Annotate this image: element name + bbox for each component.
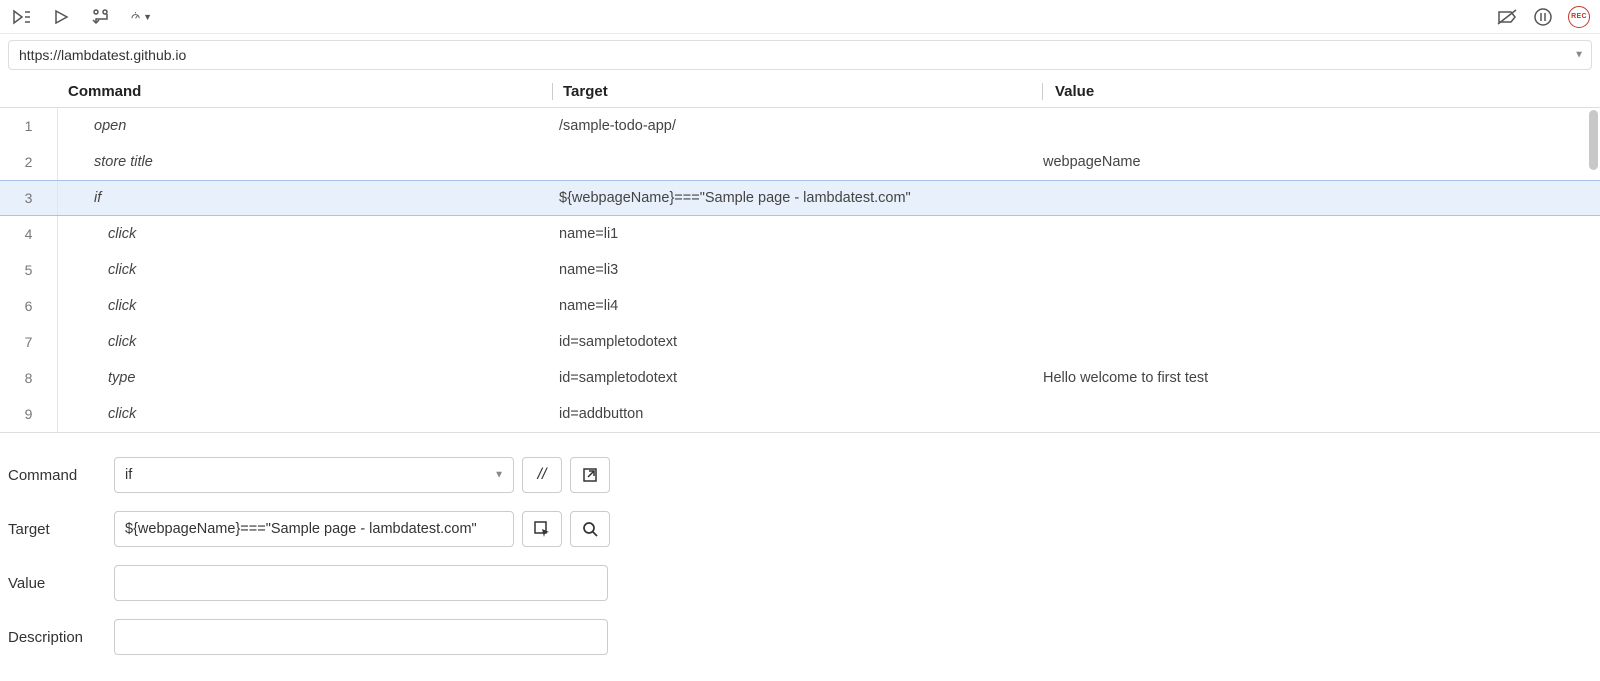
row-number: 7 (0, 324, 58, 360)
description-input[interactable] (114, 619, 608, 655)
editor-label-command: Command (8, 467, 114, 484)
cell-command: open (58, 118, 553, 134)
cell-value: Hello welcome to first test (1043, 370, 1600, 386)
toggle-command-button[interactable]: // (522, 457, 562, 493)
cell-command: click (58, 406, 553, 422)
disable-glyph: // (538, 466, 547, 484)
scrollbar-thumb[interactable] (1589, 110, 1598, 170)
cell-command: click (58, 262, 553, 278)
cell-command: store title (58, 154, 553, 170)
editor-label-target: Target (8, 521, 114, 538)
cell-command: click (58, 298, 553, 314)
row-number: 4 (0, 216, 58, 252)
target-input[interactable] (114, 511, 514, 547)
disable-breakpoints-icon[interactable] (1496, 6, 1518, 28)
row-number: 1 (0, 108, 58, 144)
header-value: Value (1043, 83, 1600, 100)
find-target-button[interactable] (570, 511, 610, 547)
editor-label-value: Value (8, 575, 114, 592)
table-row[interactable]: 5clickname=li3 (0, 252, 1600, 288)
cell-target: name=li1 (553, 226, 1043, 242)
cell-command: click (58, 226, 553, 242)
cell-target: /sample-todo-app/ (553, 118, 1043, 134)
base-url-input[interactable] (8, 40, 1592, 70)
cell-target: name=li4 (553, 298, 1043, 314)
speed-icon[interactable]: ▼ (130, 6, 152, 28)
table-row[interactable]: 2store title webpageName (0, 144, 1600, 180)
url-dropdown-icon[interactable]: ▼ (1574, 50, 1584, 61)
cell-target: id=addbutton (553, 406, 1043, 422)
cell-target: id=sampletodotext (553, 334, 1043, 350)
cell-target: id=sampletodotext (553, 370, 1043, 386)
record-icon[interactable]: REC (1568, 6, 1590, 28)
run-current-icon[interactable] (50, 6, 72, 28)
row-number: 2 (0, 144, 58, 180)
run-all-icon[interactable] (10, 6, 32, 28)
select-target-button[interactable] (522, 511, 562, 547)
row-number: 6 (0, 288, 58, 324)
cell-command: type (58, 370, 553, 386)
row-number: 5 (0, 252, 58, 288)
row-number: 9 (0, 396, 58, 432)
table-row[interactable]: 6clickname=li4 (0, 288, 1600, 324)
record-label: REC (1571, 13, 1587, 20)
cell-command: click (58, 334, 553, 350)
open-reference-button[interactable] (570, 457, 610, 493)
table-row[interactable]: 1open/sample-todo-app/ (0, 108, 1600, 144)
table-header: Command Target Value (0, 76, 1600, 108)
row-number: 3 (0, 181, 58, 215)
table-row[interactable]: 4clickname=li1 (0, 216, 1600, 252)
chevron-down-icon: ▼ (494, 470, 504, 481)
table-row[interactable]: 8typeid=sampletodotextHello welcome to f… (0, 360, 1600, 396)
editor-panel: Command if ▼ // Target (0, 433, 1600, 655)
table-row[interactable]: 7clickid=sampletodotext (0, 324, 1600, 360)
pause-icon[interactable] (1532, 6, 1554, 28)
step-icon[interactable] (90, 6, 112, 28)
row-number: 8 (0, 360, 58, 396)
table-row[interactable]: 3if${webpageName}==="Sample page - lambd… (0, 180, 1600, 216)
header-command: Command (58, 83, 553, 100)
value-input[interactable] (114, 565, 608, 601)
top-toolbar: ▼ REC (0, 0, 1600, 34)
cell-target: name=li3 (553, 262, 1043, 278)
editor-label-description: Description (8, 629, 114, 646)
command-select[interactable]: if (114, 457, 514, 493)
cell-value: webpageName (1043, 154, 1600, 170)
table-row[interactable]: 9clickid=addbutton (0, 396, 1600, 432)
cell-command: if (58, 190, 553, 206)
cell-target: ${webpageName}==="Sample page - lambdate… (553, 190, 1043, 206)
command-table: 1open/sample-todo-app/2store title webpag… (0, 108, 1600, 433)
header-target: Target (553, 83, 1043, 100)
command-select-value: if (125, 467, 132, 483)
url-bar-row: ▼ (0, 34, 1600, 76)
